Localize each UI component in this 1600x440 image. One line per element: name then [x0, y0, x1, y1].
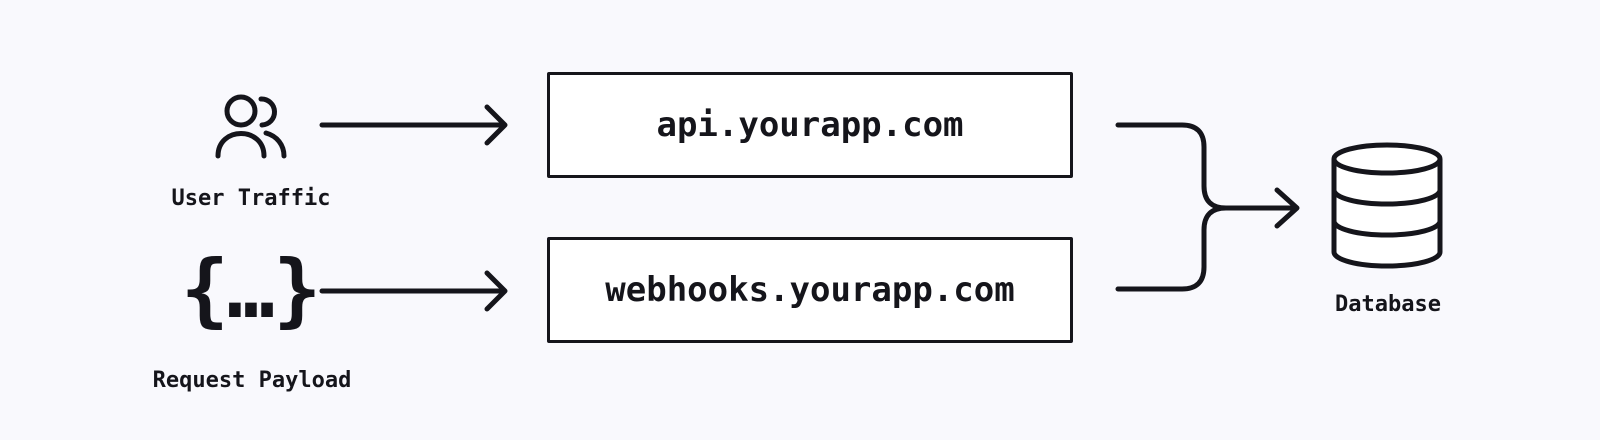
arrow-payload-to-webhooks — [319, 270, 508, 312]
api-host-box: api.yourapp.com — [547, 72, 1073, 178]
webhooks-host-box: webhooks.yourapp.com — [547, 237, 1073, 343]
merge-connector — [1115, 122, 1300, 292]
architecture-diagram: {…} User Traffic Request Payload api.you… — [0, 0, 1600, 440]
users-icon — [215, 94, 287, 159]
user-traffic-label: User Traffic — [171, 186, 331, 211]
curly-braces-icon: {…} — [180, 243, 321, 336]
api-host-label: api.yourapp.com — [656, 105, 964, 145]
database-label: Database — [1335, 292, 1441, 317]
database-icon — [1331, 142, 1443, 269]
webhooks-host-label: webhooks.yourapp.com — [605, 270, 1015, 310]
request-payload-label: Request Payload — [152, 368, 352, 393]
arrow-user-to-api — [319, 104, 508, 146]
